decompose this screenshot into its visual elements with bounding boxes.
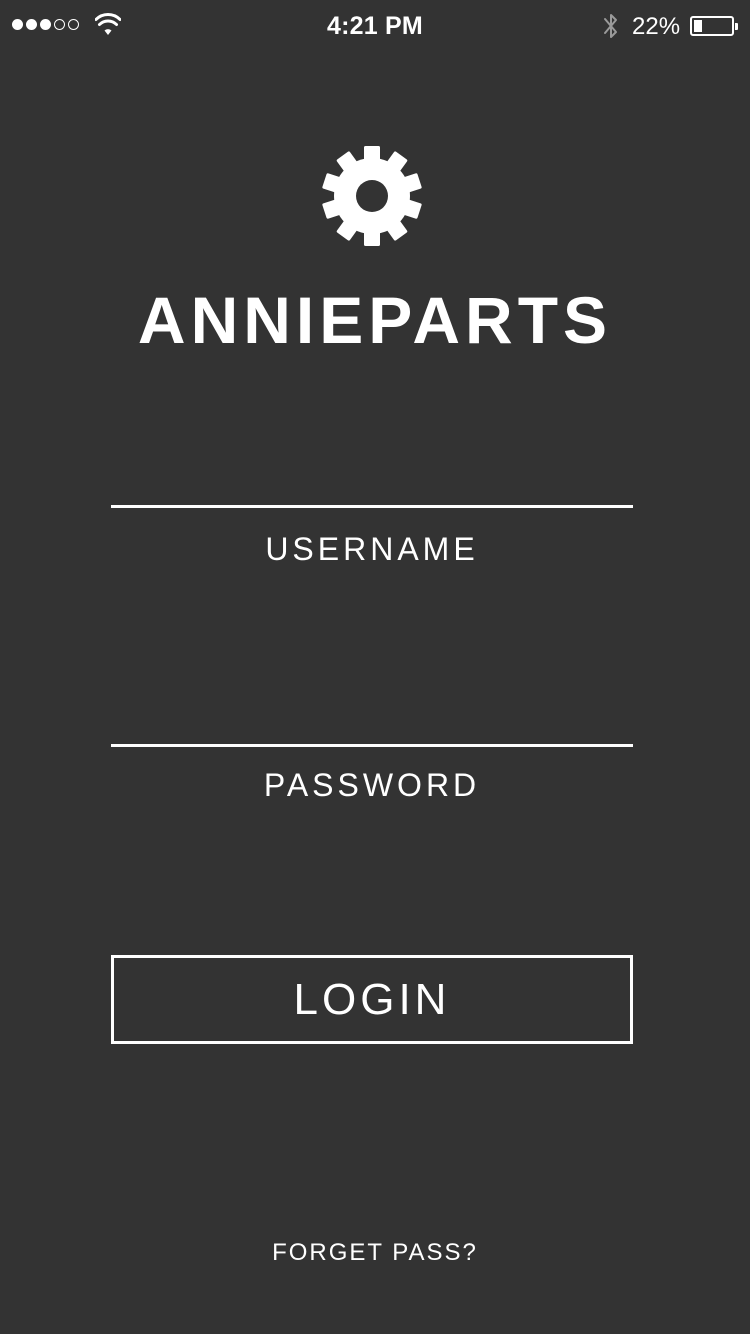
battery-level-fill <box>694 20 702 32</box>
battery-icon <box>690 16 738 36</box>
username-field-label[interactable]: USERNAME <box>111 531 633 568</box>
forgot-password-link[interactable]: FORGET PASS? <box>0 1239 750 1267</box>
login-button-label: LOGIN <box>293 974 451 1024</box>
battery-terminal <box>735 23 738 30</box>
login-button[interactable]: LOGIN <box>111 955 633 1044</box>
battery-percentage: 22% <box>632 13 681 40</box>
password-field-label[interactable]: PASSWORD <box>111 767 633 804</box>
status-bar: 4:21 PM 22% <box>0 0 750 52</box>
app-brand-name: ANNIEPARTS <box>137 283 613 357</box>
password-input-underline[interactable] <box>111 744 633 747</box>
bluetooth-icon <box>604 14 617 38</box>
gear-icon <box>322 146 422 246</box>
username-input-underline[interactable] <box>111 505 633 508</box>
